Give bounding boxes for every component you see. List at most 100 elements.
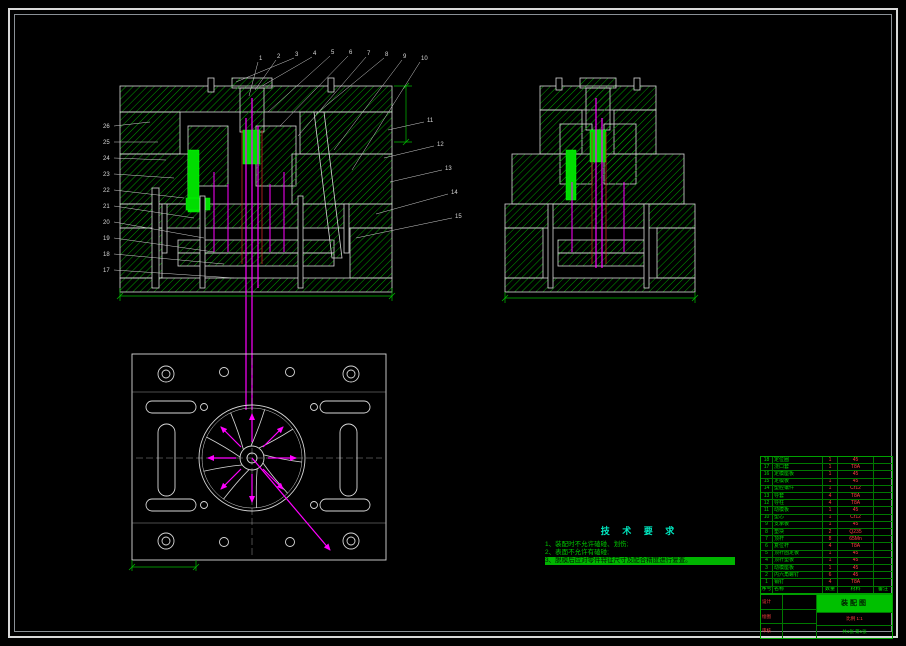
parts-list-cell: 18 bbox=[761, 457, 773, 464]
svg-text:18: 18 bbox=[103, 252, 110, 258]
parts-list-cell: 顶杆 bbox=[773, 536, 823, 543]
svg-text:26: 26 bbox=[103, 124, 110, 130]
parts-list-cell: Q235 bbox=[838, 529, 874, 536]
parts-list-cell bbox=[874, 493, 892, 499]
bottom-clamp-plate[interactable] bbox=[504, 277, 696, 293]
parts-list-cell: 动模板 bbox=[773, 507, 823, 514]
parts-list-cell: 1 bbox=[823, 565, 838, 572]
parts-list-cell: 1 bbox=[823, 478, 838, 485]
svg-text:25: 25 bbox=[103, 140, 110, 146]
parts-list-row: 5 顶杆固定板 1 45 bbox=[761, 550, 892, 558]
parts-list-cell bbox=[874, 515, 892, 521]
svg-text:24: 24 bbox=[103, 156, 110, 162]
parts-list-row: 13 导套 4 T8A bbox=[761, 493, 892, 501]
front-section-view[interactable] bbox=[119, 77, 393, 293]
parts-list-cell bbox=[874, 486, 892, 492]
parts-list-row: 8 垫块 2 Q235 bbox=[761, 529, 892, 537]
parts-list-cell: 15 bbox=[761, 478, 773, 485]
parts-list-cell: T8A bbox=[838, 500, 874, 507]
svg-text:15: 15 bbox=[455, 214, 462, 220]
tech-requirement-item: 1、装配时不允许磕碰、划伤; bbox=[545, 541, 629, 548]
title-block[interactable]: 设计 绘图 审核 装配图 比例 1:1 共1张 第1张 bbox=[760, 594, 893, 639]
parts-list-cell: 65Mn bbox=[838, 536, 874, 543]
svg-text:6: 6 bbox=[349, 50, 353, 56]
parts-list-cell: 6 bbox=[823, 572, 838, 579]
parts-list-cell: 6 bbox=[761, 543, 773, 550]
sheet-info: 共1张 第1张 bbox=[842, 628, 867, 634]
parts-list-cell: 浇口套 bbox=[773, 464, 823, 471]
svg-text:5: 5 bbox=[331, 50, 335, 56]
parts-list-cell: 1 bbox=[761, 579, 773, 586]
guide-pillar-holes[interactable] bbox=[157, 365, 360, 550]
parts-list-cell: 导套 bbox=[773, 493, 823, 500]
support-plate[interactable] bbox=[504, 203, 696, 229]
plan-view-dimension bbox=[128, 560, 200, 571]
svg-text:12: 12 bbox=[437, 142, 444, 148]
parts-list-row: 16 定模座板 1 45 bbox=[761, 471, 892, 479]
screw-head bbox=[207, 77, 215, 93]
parts-list-row: 1 销钉 4 T8A bbox=[761, 579, 892, 587]
parts-list-cell: 45 bbox=[838, 550, 874, 557]
parts-list-cell: 1 bbox=[823, 464, 838, 471]
ejector-base-plate[interactable] bbox=[557, 252, 649, 267]
cooling-slots[interactable] bbox=[145, 400, 371, 512]
parts-list-cell: T8A bbox=[838, 493, 874, 500]
parts-list-cell bbox=[874, 522, 892, 528]
parts-list-cell: 名称 bbox=[773, 586, 823, 593]
parts-list-cell: 4 bbox=[823, 500, 838, 507]
svg-text:1: 1 bbox=[259, 56, 263, 62]
svg-text:7: 7 bbox=[367, 51, 371, 57]
parts-list-row: 2 内六角螺钉 6 45 bbox=[761, 572, 892, 580]
parts-list-cell bbox=[874, 565, 892, 571]
parts-list-cell bbox=[874, 579, 892, 585]
spacer-block-left[interactable] bbox=[504, 227, 544, 279]
parts-list-cell: 12 bbox=[761, 500, 773, 507]
parts-list-cell: 45 bbox=[838, 457, 874, 464]
parts-list-cell: 17 bbox=[761, 464, 773, 471]
core-plate-right[interactable] bbox=[291, 153, 393, 205]
parts-list-cell: 1 bbox=[823, 514, 838, 521]
parts-list-row: 14 型腔镶件 1 Cr12 bbox=[761, 485, 892, 494]
svg-text:14: 14 bbox=[451, 190, 458, 196]
tech-requirements-title: 技 术 要 求 bbox=[600, 526, 680, 536]
parts-list-cell: 45 bbox=[838, 507, 874, 514]
parts-list-table[interactable]: 18 定位圈 1 45 17 浇口套 1 T8A 16 定模座板 1 45 15 定模板 1 45 14 型腔镶件… bbox=[760, 456, 893, 594]
screw-holes bbox=[200, 367, 318, 547]
parts-list-cell bbox=[874, 471, 892, 477]
title-block-value bbox=[783, 624, 816, 638]
spacer-block-right[interactable] bbox=[656, 227, 696, 279]
parts-list-cell bbox=[874, 464, 892, 470]
parts-list-cell: 型芯 bbox=[773, 514, 823, 521]
parts-list-cell: 13 bbox=[761, 493, 773, 500]
title-block-signatures: 设计 绘图 审核 bbox=[761, 595, 817, 639]
parts-list-cell: 内六角螺钉 bbox=[773, 572, 823, 579]
drawing-title[interactable]: 装配图 bbox=[817, 595, 892, 612]
parts-list-cell: 1 bbox=[823, 485, 838, 493]
spacer-block-right[interactable] bbox=[349, 227, 393, 279]
parts-list-cell: 定模座板 bbox=[773, 471, 823, 478]
cavity-plate-left[interactable] bbox=[119, 111, 181, 155]
svg-text:4: 4 bbox=[313, 51, 317, 57]
parts-list-cell: 4 bbox=[823, 543, 838, 550]
parts-list-cell: 7 bbox=[761, 536, 773, 543]
mold-plate-outline[interactable] bbox=[131, 353, 387, 561]
parts-list-cell: 1 bbox=[823, 557, 838, 565]
svg-text:9: 9 bbox=[403, 54, 407, 60]
parts-list-cell: 8 bbox=[761, 529, 773, 536]
parts-list-cell: T8A bbox=[838, 579, 874, 586]
support-plate[interactable] bbox=[119, 203, 393, 229]
parts-list-cell: 复位杆 bbox=[773, 543, 823, 550]
plan-view[interactable] bbox=[128, 353, 387, 571]
svg-text:19: 19 bbox=[103, 236, 110, 242]
title-block-label: 设计 bbox=[761, 595, 783, 609]
side-section-view[interactable] bbox=[504, 77, 696, 293]
parts-list-cell: 16 bbox=[761, 471, 773, 478]
svg-text:23: 23 bbox=[103, 172, 110, 178]
gate-flow-arrows bbox=[207, 413, 331, 551]
parts-list-cell bbox=[874, 572, 892, 578]
parts-list-cell: 45 bbox=[838, 565, 874, 572]
parts-list-row: 9 支承板 1 45 bbox=[761, 521, 892, 530]
bottom-clamp-plate[interactable] bbox=[119, 277, 393, 293]
cavity-plate-right[interactable] bbox=[299, 111, 393, 155]
parts-list-cell: Cr12 bbox=[838, 514, 874, 521]
